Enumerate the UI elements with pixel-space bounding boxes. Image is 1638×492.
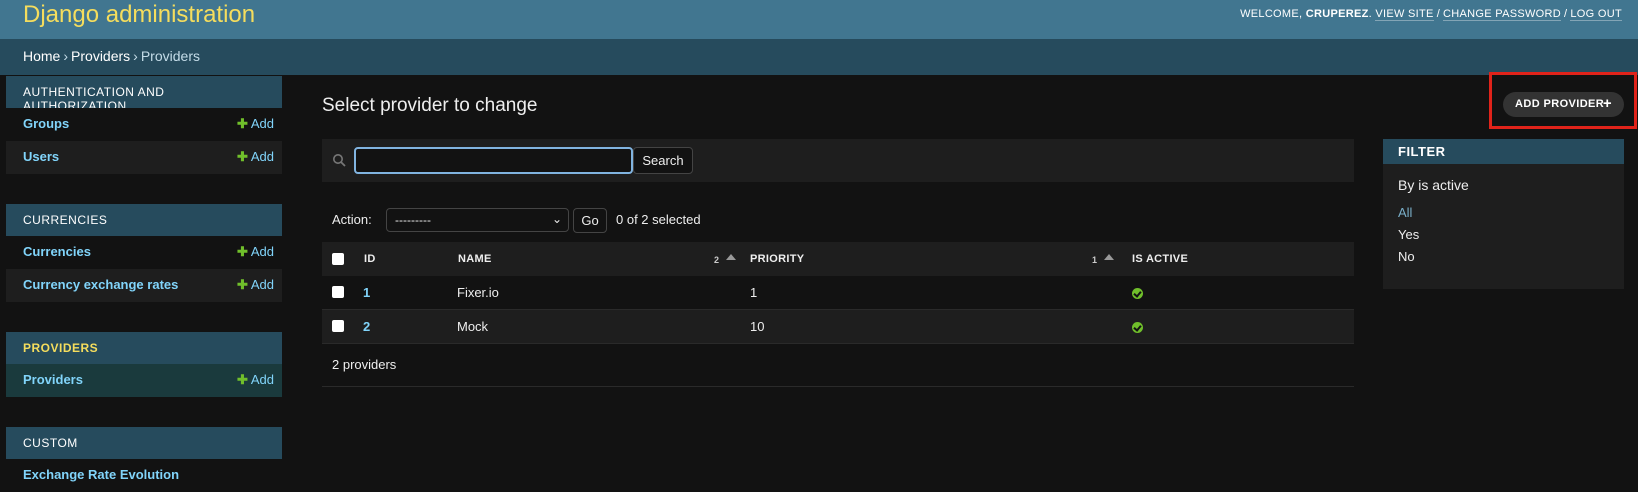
- add-groups-link[interactable]: ✚ Add: [237, 116, 274, 132]
- sidebar-item-users: Users ✚ Add: [6, 141, 282, 174]
- breadcrumb-home[interactable]: Home: [23, 48, 60, 64]
- sidebar-item-providers: Providers ✚ Add: [6, 364, 282, 397]
- table-header: ID NAME 2 PRIORITY 1 IS ACTIVE: [322, 242, 1354, 276]
- table-row: 1 Fixer.io 1: [322, 276, 1354, 310]
- module-caption-currencies[interactable]: CURRENCIES: [6, 204, 282, 236]
- sidebar-item-currency-exchange-rates-link[interactable]: Currency exchange rates: [23, 277, 178, 292]
- search-input[interactable]: [354, 147, 633, 174]
- priority-sort-priority: 1: [1092, 255, 1098, 265]
- filter-panel: FILTER By is active All Yes No: [1383, 139, 1624, 289]
- row-priority: 1: [750, 285, 758, 300]
- module-caption-auth[interactable]: AUTHENTICATION AND AUTHORIZATION: [6, 76, 282, 113]
- plus-icon: ✚: [236, 244, 248, 259]
- module-auth: AUTHENTICATION AND AUTHORIZATION Groups …: [6, 76, 282, 174]
- select-all-checkbox[interactable]: [332, 253, 344, 265]
- module-currencies: CURRENCIES Currencies ✚ Add Currency exch…: [6, 204, 282, 302]
- sort-ascending-icon[interactable]: [1104, 254, 1114, 260]
- module-caption-providers[interactable]: PROVIDERS: [6, 332, 282, 364]
- chevron-down-icon: ⌄: [551, 212, 562, 226]
- row-name: Mock: [457, 319, 489, 334]
- row-name: Fixer.io: [457, 285, 499, 300]
- plus-icon: +: [1602, 95, 1612, 112]
- row-checkbox[interactable]: [332, 286, 344, 298]
- column-header-id[interactable]: ID: [364, 253, 376, 265]
- check-circle-icon: [1132, 322, 1143, 333]
- page-title: Select provider to change: [322, 95, 538, 116]
- filter-option-no[interactable]: No: [1398, 249, 1415, 264]
- add-users-link[interactable]: ✚ Add: [237, 149, 274, 165]
- add-providers-link[interactable]: ✚ Add: [237, 372, 274, 388]
- plus-icon: ✚: [236, 116, 248, 131]
- add-currency-exchange-rates-link[interactable]: ✚ Add: [237, 277, 274, 293]
- user-tools: WELCOME, CRUPEREZ. VIEW SITE / CHANGE PASS…: [1240, 8, 1622, 21]
- row-id-link[interactable]: 1: [363, 285, 370, 300]
- sidebar-item-groups-link[interactable]: Groups: [23, 116, 69, 131]
- row-priority: 10: [750, 319, 765, 334]
- plus-icon: ✚: [236, 277, 248, 292]
- module-providers: PROVIDERS Providers ✚ Add: [6, 332, 282, 397]
- module-caption-custom: CUSTOM: [6, 427, 282, 459]
- column-header-name[interactable]: NAME: [458, 253, 492, 265]
- breadcrumb-app[interactable]: Providers: [71, 48, 130, 64]
- row-checkbox[interactable]: [332, 320, 344, 332]
- breadcrumb: Home › Providers › Providers: [0, 39, 1638, 75]
- name-sort-priority: 2: [714, 255, 720, 265]
- plus-icon: ✚: [236, 149, 248, 164]
- sidebar-item-currencies-link[interactable]: Currencies: [23, 244, 91, 259]
- sidebar-item-exchange-rate-evolution-link[interactable]: Exchange Rate Evolution: [23, 467, 179, 482]
- sidebar-item-groups: Groups ✚ Add: [6, 108, 282, 141]
- filter-option-all[interactable]: All: [1398, 205, 1412, 220]
- site-title[interactable]: Django administration: [23, 1, 255, 29]
- column-header-priority[interactable]: PRIORITY: [750, 253, 804, 265]
- table-row: 2 Mock 10: [322, 310, 1354, 344]
- module-custom: CUSTOM Exchange Rate Evolution: [6, 427, 282, 492]
- filter-caption: FILTER: [1383, 139, 1624, 164]
- check-circle-icon: [1132, 288, 1143, 299]
- action-select[interactable]: --------- ⌄: [386, 208, 569, 232]
- sidebar-item-providers-link[interactable]: Providers: [23, 372, 83, 387]
- welcome-text: WELCOME,: [1240, 8, 1303, 20]
- username: CRUPEREZ: [1305, 8, 1369, 20]
- sidebar-item-users-link[interactable]: Users: [23, 149, 59, 164]
- sidebar-item-exchange-rate-evolution: Exchange Rate Evolution: [6, 459, 282, 492]
- results-table: ID NAME 2 PRIORITY 1 IS ACTIVE 1 Fixer.i…: [322, 242, 1354, 344]
- sidebar-item-currency-exchange-rates: Currency exchange rates ✚ Add: [6, 269, 282, 302]
- action-counter: 0 of 2 selected: [616, 212, 701, 227]
- header: Django administration WELCOME, CRUPEREZ.…: [0, 0, 1638, 39]
- paginator: 2 providers: [322, 343, 1354, 387]
- filter-option-yes[interactable]: Yes: [1398, 227, 1419, 242]
- sort-ascending-icon[interactable]: [726, 254, 736, 260]
- view-site-link[interactable]: VIEW SITE: [1375, 8, 1434, 21]
- log-out-link[interactable]: LOG OUT: [1570, 8, 1622, 21]
- column-header-is-active[interactable]: IS ACTIVE: [1132, 253, 1188, 265]
- search-icon: [333, 154, 346, 167]
- action-label: Action:: [332, 212, 372, 227]
- search-toolbar: Search: [322, 139, 1354, 182]
- filter-heading: By is active: [1398, 177, 1469, 193]
- action-select-value: ---------: [395, 213, 431, 227]
- change-password-link[interactable]: CHANGE PASSWORD: [1443, 8, 1562, 21]
- go-button[interactable]: Go: [573, 208, 607, 233]
- add-provider-button[interactable]: ADD PROVIDER +: [1503, 92, 1624, 117]
- nav-sidebar: AUTHENTICATION AND AUTHORIZATION Groups …: [6, 76, 282, 492]
- breadcrumb-current: Providers: [140, 48, 200, 64]
- row-id-link[interactable]: 2: [363, 319, 370, 334]
- add-currencies-link[interactable]: ✚ Add: [237, 244, 274, 260]
- sidebar-item-currencies: Currencies ✚ Add: [6, 236, 282, 269]
- search-button[interactable]: Search: [633, 147, 693, 174]
- plus-icon: ✚: [236, 372, 248, 387]
